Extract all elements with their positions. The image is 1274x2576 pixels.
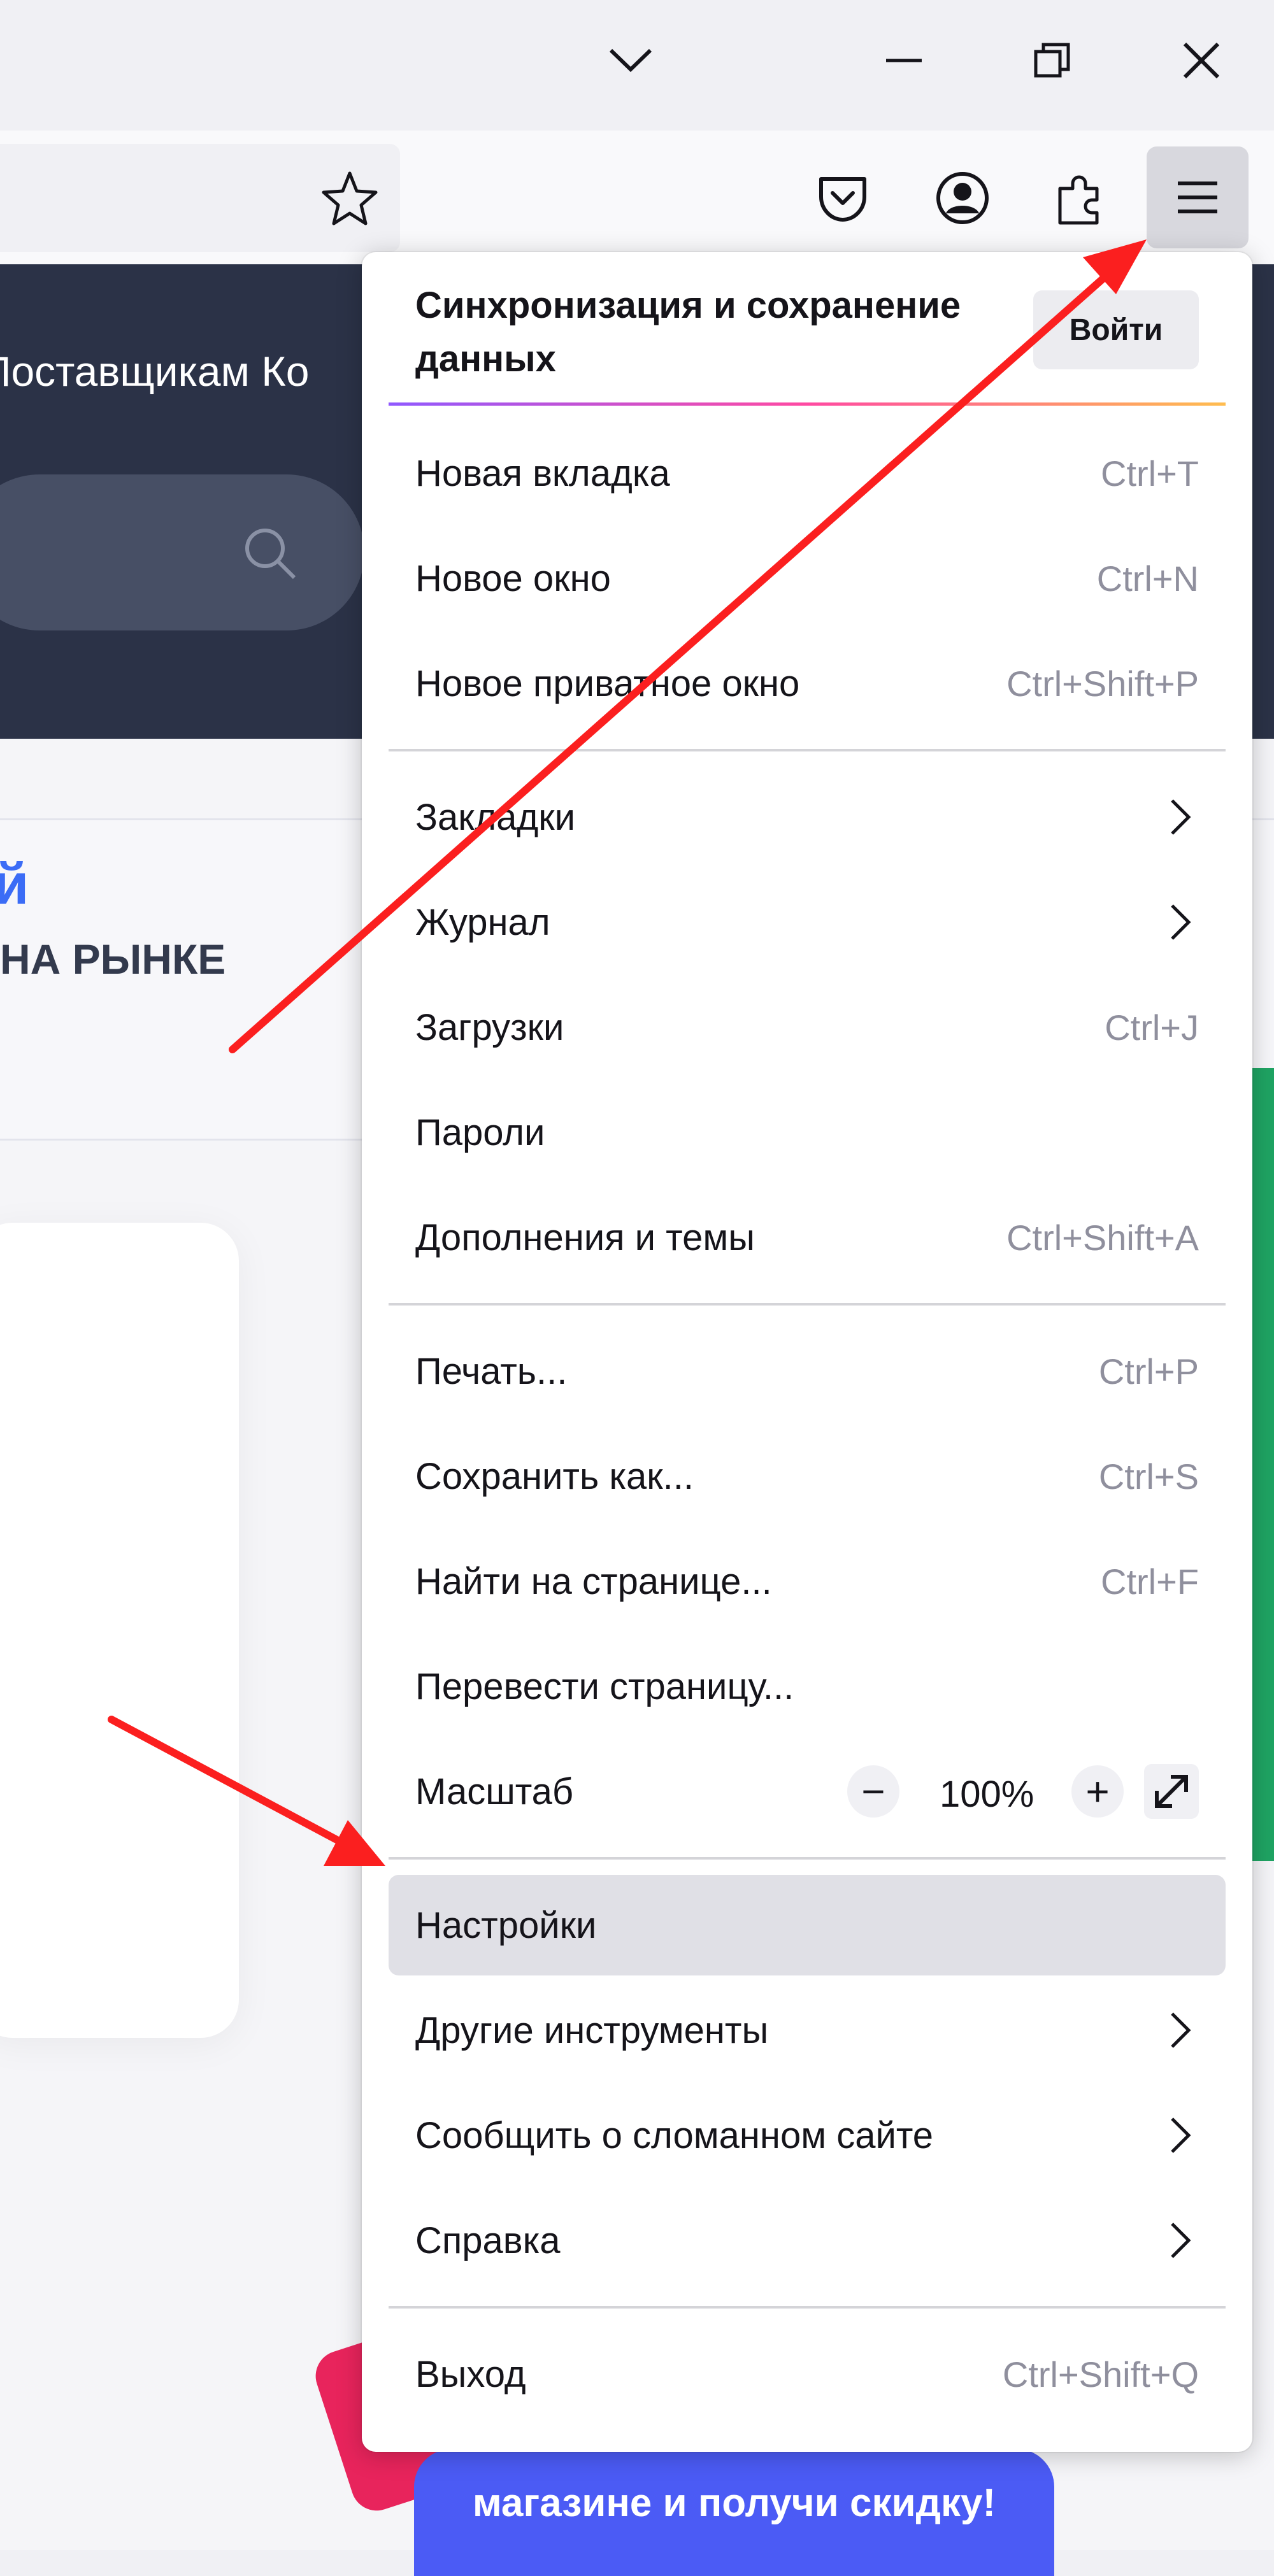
- minimize-icon: [886, 59, 922, 62]
- account-icon: [936, 172, 989, 224]
- fullscreen-button[interactable]: [1144, 1764, 1199, 1819]
- menu-item-bookmarks[interactable]: Закладки: [389, 767, 1226, 867]
- menu-item-translate-page[interactable]: Перевести страницу...: [389, 1636, 1226, 1737]
- menu-item-label: Новое приватное окно: [415, 662, 800, 704]
- menu-item-addons-themes[interactable]: Дополнения и темы Ctrl+Shift+A: [389, 1187, 1226, 1288]
- menu-item-help[interactable]: Справка: [389, 2190, 1226, 2291]
- menu-item-label: Печать...: [415, 1350, 568, 1392]
- menu-item-label: Закладки: [415, 796, 576, 838]
- menu-item-shortcut: Ctrl+S: [1098, 1456, 1199, 1497]
- menu-item-shortcut: Ctrl+P: [1098, 1351, 1199, 1391]
- menu-item-label: Масштаб: [415, 1770, 574, 1812]
- close-window-button[interactable]: [1166, 25, 1236, 96]
- menu-item-downloads[interactable]: Загрузки Ctrl+J: [389, 977, 1226, 1078]
- menu-item-report-broken-site[interactable]: Сообщить о сломанном сайте: [389, 2085, 1226, 2186]
- chevron-right-icon: [1171, 2223, 1191, 2258]
- open-menu-button[interactable]: [1147, 146, 1249, 248]
- restore-icon: [1034, 43, 1070, 78]
- restore-button[interactable]: [1017, 25, 1087, 96]
- menu-item-new-private-window[interactable]: Новое приватное окно Ctrl+Shift+P: [389, 633, 1226, 734]
- site-nav-text[interactable]: Поставщикам Ко: [0, 347, 309, 395]
- menu-item-shortcut: Ctrl+J: [1105, 1007, 1199, 1048]
- menu-item-label: Перевести страницу...: [415, 1665, 794, 1707]
- site-card: [0, 1223, 239, 2038]
- menu-item-new-window[interactable]: Новое окно Ctrl+N: [389, 528, 1226, 629]
- menu-item-find-in-page[interactable]: Найти на странице... Ctrl+F: [389, 1531, 1226, 1632]
- pocket-button[interactable]: [801, 157, 884, 239]
- menu-separator: [389, 749, 1226, 751]
- chevron-right-icon: [1171, 2117, 1191, 2153]
- minimize-button[interactable]: [869, 25, 939, 96]
- menu-item-settings[interactable]: Настройки: [389, 1875, 1226, 1975]
- menu-item-label: Выход: [415, 2353, 526, 2395]
- menu-item-exit[interactable]: Выход Ctrl+Shift+Q: [389, 2324, 1226, 2424]
- menu-item-shortcut: Ctrl+T: [1101, 453, 1199, 494]
- menu-item-label: Загрузки: [415, 1006, 564, 1048]
- zoom-in-button[interactable]: +: [1071, 1765, 1124, 1818]
- menu-item-save-as[interactable]: Сохранить как... Ctrl+S: [389, 1426, 1226, 1526]
- sync-divider: [389, 402, 1226, 406]
- hamburger-menu-icon: [1178, 181, 1217, 213]
- menu-item-passwords[interactable]: Пароли: [389, 1082, 1226, 1183]
- menu-item-label: Найти на странице...: [415, 1560, 772, 1602]
- site-promo-button[interactable]: магазине и получи скидку!: [414, 2449, 1054, 2576]
- extensions-icon: [1058, 175, 1099, 225]
- menu-item-label: Журнал: [415, 901, 550, 943]
- menu-item-shortcut: Ctrl+F: [1101, 1561, 1199, 1602]
- menu-item-more-tools[interactable]: Другие инструменты: [389, 1980, 1226, 2081]
- pocket-icon: [819, 177, 866, 222]
- chevron-right-icon: [1171, 799, 1191, 835]
- menu-item-label: Сохранить как...: [415, 1455, 694, 1497]
- menu-item-label: Дополнения и темы: [415, 1216, 755, 1258]
- menu-item-label: Новая вкладка: [415, 452, 670, 494]
- menu-item-shortcut: Ctrl+Shift+A: [1006, 1217, 1199, 1258]
- chevron-down-icon: [609, 48, 652, 73]
- fullscreen-icon: [1155, 1775, 1188, 1808]
- search-icon: [245, 529, 296, 580]
- menu-item-shortcut: Ctrl+Shift+Q: [1002, 2354, 1199, 2395]
- signin-button[interactable]: Войти: [1033, 290, 1199, 369]
- menu-item-label: Другие инструменты: [415, 2009, 769, 2051]
- zoom-out-button[interactable]: −: [847, 1765, 899, 1818]
- close-icon: [1183, 42, 1220, 79]
- account-button[interactable]: [921, 157, 1004, 239]
- menu-item-label: Справка: [415, 2219, 561, 2261]
- menu-separator: [389, 1857, 1226, 1860]
- menu-separator: [389, 2306, 1226, 2309]
- menu-item-label: Сообщить о сломанном сайте: [415, 2114, 934, 2156]
- menu-item-history[interactable]: Журнал: [389, 872, 1226, 972]
- sync-title: Синхронизация и сохранение данных: [415, 285, 961, 380]
- chevron-right-icon: [1171, 2012, 1191, 2048]
- menu-item-label: Новое окно: [415, 557, 611, 599]
- site-hero-subtitle: НА РЫНКЕ: [0, 936, 226, 983]
- menu-separator: [389, 1303, 1226, 1306]
- tab-list-button[interactable]: [596, 25, 666, 96]
- menu-item-new-tab[interactable]: Новая вкладка Ctrl+T: [389, 423, 1226, 523]
- menu-item-label: Настройки: [415, 1904, 597, 1946]
- menu-item-label: Пароли: [415, 1111, 545, 1153]
- menu-item-shortcut: Ctrl+Shift+P: [1006, 663, 1199, 704]
- site-hero-title: й: [0, 853, 29, 916]
- app-menu: Синхронизация и сохранение данных Войти …: [362, 252, 1252, 2452]
- star-icon: [322, 171, 378, 225]
- bookmark-star-button[interactable]: [308, 157, 391, 239]
- site-search-field[interactable]: [0, 474, 364, 630]
- menu-item-zoom: Масштаб − 100% +: [389, 1741, 1226, 1842]
- menu-item-shortcut: Ctrl+N: [1096, 558, 1199, 599]
- chevron-right-icon: [1171, 904, 1191, 940]
- title-bar: [0, 0, 1274, 131]
- zoom-level[interactable]: 100%: [940, 1773, 1034, 1816]
- menu-item-print[interactable]: Печать... Ctrl+P: [389, 1321, 1226, 1421]
- extensions-button[interactable]: [1040, 157, 1122, 239]
